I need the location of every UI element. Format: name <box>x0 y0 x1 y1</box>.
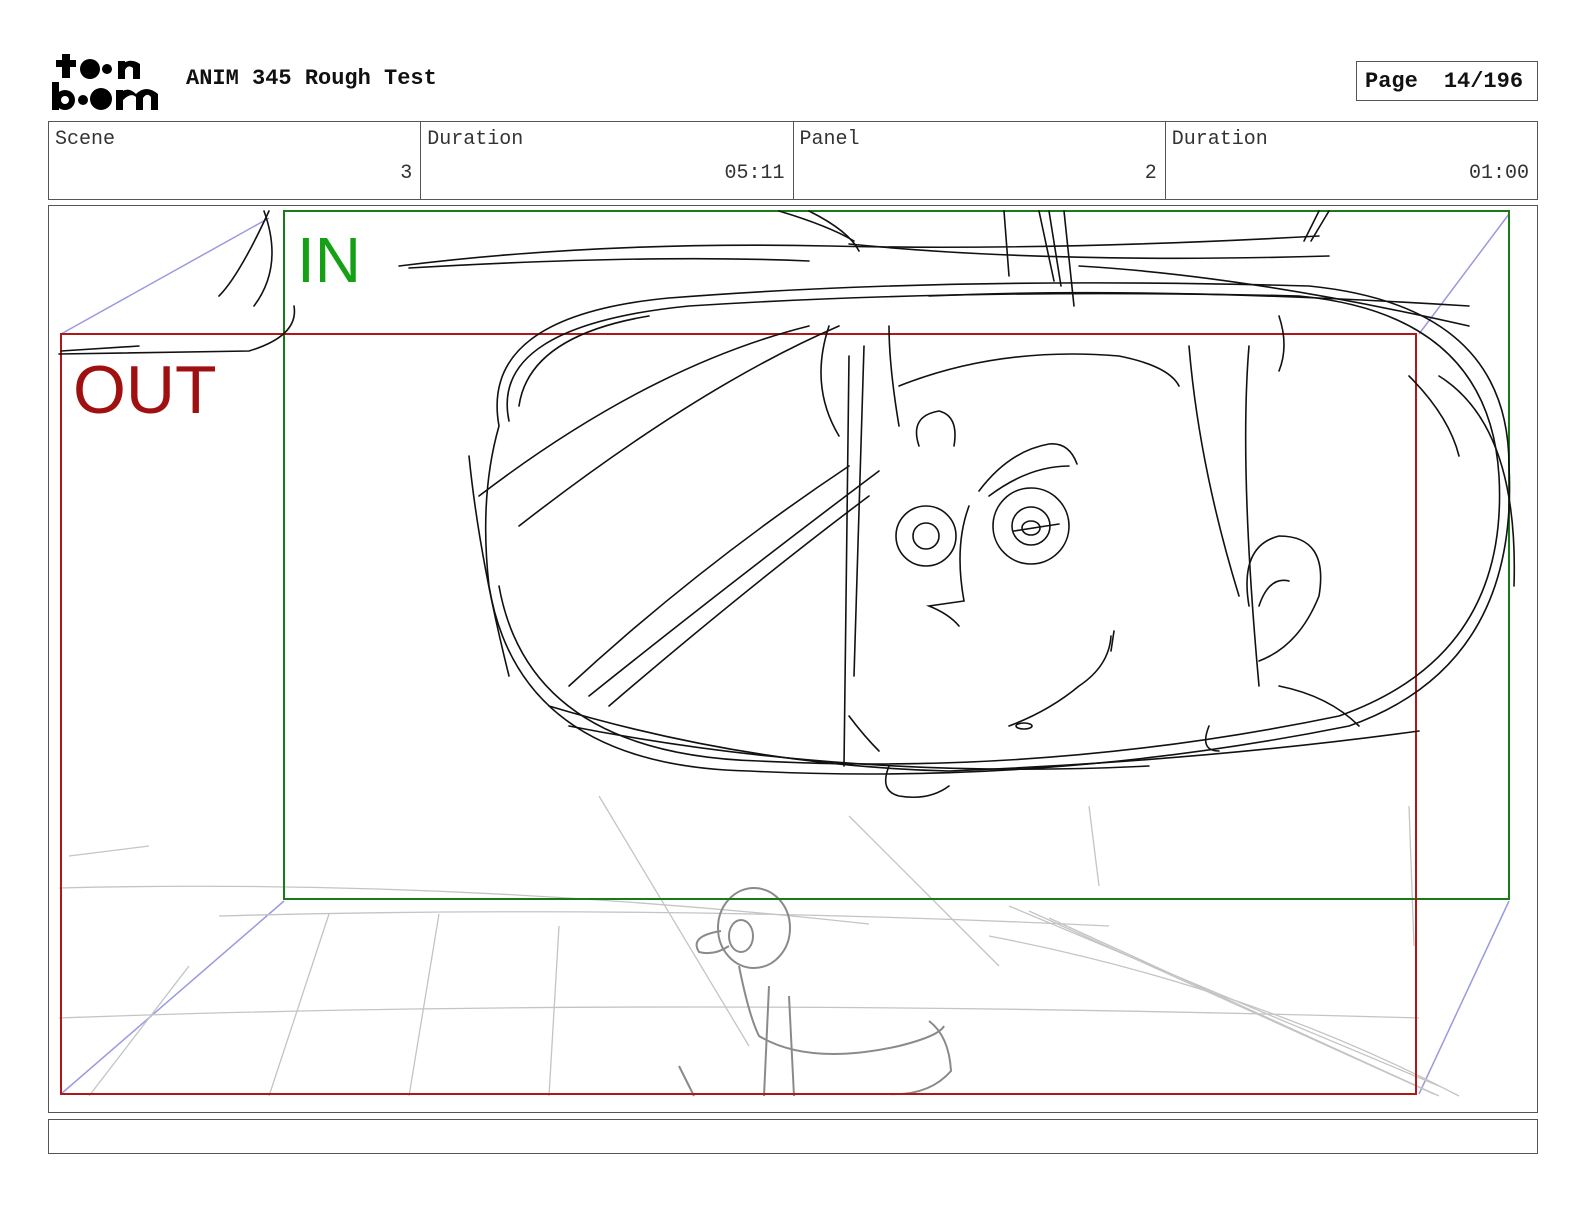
scene-duration-cell: Duration 05:11 <box>421 122 794 199</box>
panel-duration-value: 01:00 <box>1468 162 1529 185</box>
scene-label: Scene <box>55 128 116 151</box>
panel-value: 2 <box>1144 162 1157 185</box>
perspective-guides <box>60 213 1510 1095</box>
panel-duration-label: Duration <box>1171 128 1268 151</box>
in-label: IN <box>297 224 361 296</box>
toon-boom-logo <box>50 50 165 112</box>
info-bar: Scene 3 Duration 05:11 Panel 2 Duration … <box>48 121 1538 200</box>
page-number: 14/196 <box>1443 68 1524 94</box>
scene-duration-value: 05:11 <box>724 162 785 185</box>
duck-sketch <box>678 887 953 1097</box>
panel-cell: Panel 2 <box>794 122 1166 199</box>
page-indicator: Page 14/196 <box>1356 61 1538 101</box>
page-label: Page <box>1365 68 1418 94</box>
scene-cell: Scene 3 <box>49 122 422 199</box>
out-label: OUT <box>73 352 217 428</box>
project-title: ANIM 345 Rough Test <box>186 66 437 91</box>
panel-sketch <box>58 210 1516 1097</box>
panel-duration-cell: Duration 01:00 <box>1166 122 1537 199</box>
scene-value: 3 <box>400 162 413 185</box>
scene-duration-label: Duration <box>427 128 524 151</box>
character-sketch <box>58 210 1516 799</box>
out-frame <box>60 333 1417 1095</box>
panel-label: Panel <box>799 128 860 151</box>
panel-notes-box[interactable] <box>48 1119 1538 1154</box>
floor-grid <box>58 795 1460 1097</box>
storyboard-panel[interactable]: IN OUT <box>48 205 1538 1113</box>
